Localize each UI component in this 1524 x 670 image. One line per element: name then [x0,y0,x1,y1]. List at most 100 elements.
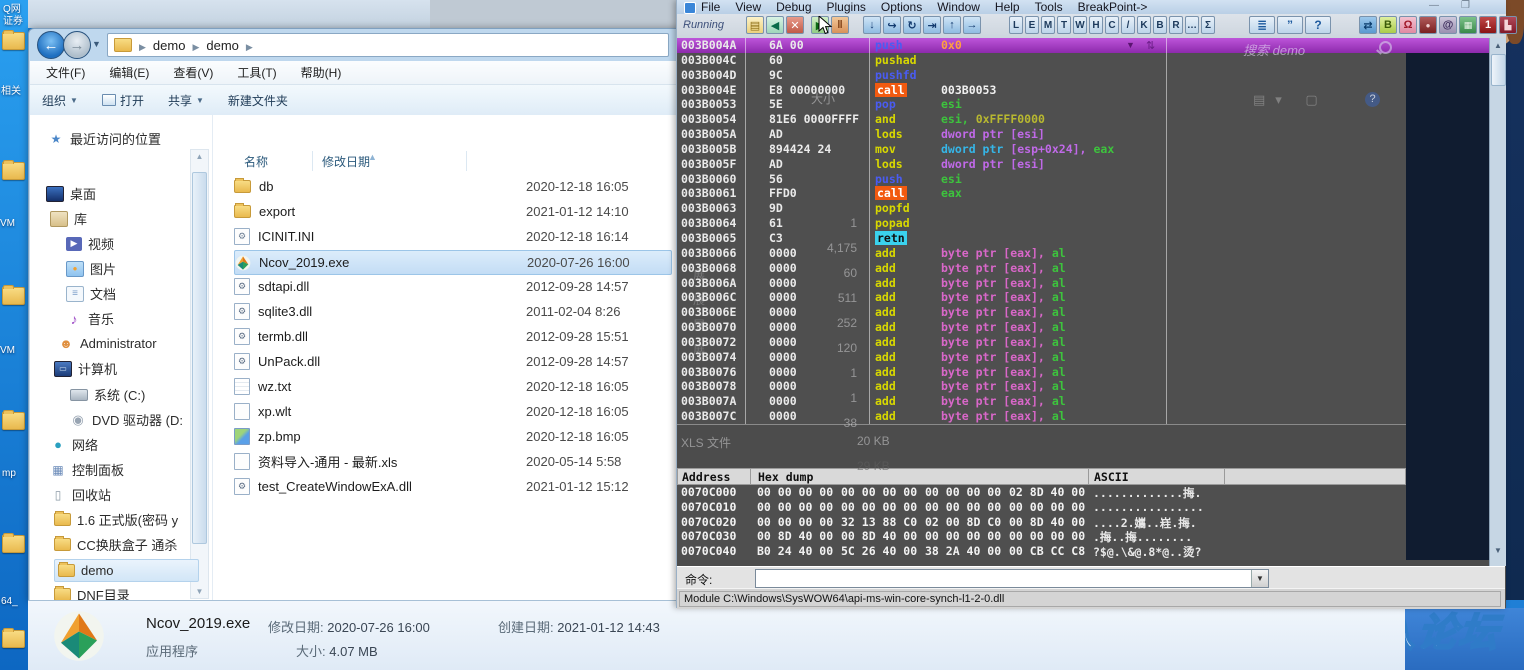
debugger-toolbar-button[interactable]: ≣ [1249,16,1275,34]
sidebar-scrollbar[interactable]: ▲ ▼ [190,149,209,599]
command-input[interactable]: ▼ [755,569,1269,588]
hex-row[interactable]: 0070C01000 00 00 0000 00 00 0000 00 00 0… [677,500,1406,515]
disasm-row[interactable]: 003B005B894424 24movdword ptr[esp+0x24],… [677,142,1406,157]
hex-row[interactable]: 0070C03000 8D 40 0000 8D 40 0000 00 00 0… [677,529,1406,544]
debugger-toolbar-button[interactable]: L [1009,16,1023,34]
desktop-folder-icon[interactable] [2,32,25,50]
file-row[interactable]: ⚙sqlite3.dll2011-02-04 8:26 [234,300,670,323]
hex-row[interactable]: 0070C00000 00 00 0000 00 00 0000 00 00 0… [677,485,1406,500]
disasm-row[interactable]: 003B005AADlodsdword ptr [esi] [677,127,1406,142]
debugger-toolbar-button[interactable]: ? [1305,16,1331,34]
sidebar-item[interactable]: ☻Administrator [58,333,157,354]
debugger-toolbar-button[interactable]: … [1185,16,1199,34]
disasm-row[interactable]: 003B0065C3retn [677,231,1406,246]
debugger-toolbar-button[interactable]: ↓ [863,16,881,34]
breadcrumb[interactable]: ▶demo▶demo▶ [132,38,260,53]
follow-jump-icon[interactable]: ⇅ [1146,39,1155,52]
scroll-down-icon[interactable]: ▼ [191,587,208,596]
sidebar-item[interactable]: 1.6 正式版(密码 y [54,509,178,530]
breadcrumb-segment[interactable]: demo [153,38,186,53]
disasm-row[interactable]: 003B00680000addbyte ptr [eax],al [677,261,1406,276]
debugger-toolbar-button[interactable]: R [1169,16,1183,34]
sidebar-item[interactable]: ♪音乐 [66,308,114,329]
hex-row[interactable]: 0070C040B0 24 40 005C 26 40 0038 2A 40 0… [677,544,1406,559]
desktop-folder-icon[interactable] [2,287,25,305]
disasm-row[interactable]: 003B00720000addbyte ptr [eax],al [677,335,1406,350]
disasm-row[interactable]: 003B006C0000addbyte ptr [eax],al [677,290,1406,305]
debugger-menu-item[interactable]: View [735,0,761,14]
debugger-toolbar-button[interactable]: ↻ [903,16,921,34]
sidebar-item[interactable]: ★最近访问的位置 [48,128,161,149]
disasm-row[interactable]: 003B004D9Cpushfd [677,68,1406,83]
sidebar-item[interactable]: CC换肤盒子 通杀 [54,534,177,555]
debugger-menu-item[interactable]: Tools [1035,0,1063,14]
disasm-row[interactable]: 003B00700000addbyte ptr [eax],al [677,320,1406,335]
menu-item[interactable]: 工具(T) [237,64,276,81]
debugger-toolbar-button[interactable]: K [1137,16,1151,34]
desktop-folder-icon[interactable] [2,630,25,648]
column-header-name[interactable]: 名称 [244,149,268,173]
dropdown-arrow-icon[interactable]: ▼ [1126,40,1135,50]
sidebar-item[interactable]: ≡文档 [66,283,116,304]
debugger-toolbar-button[interactable]: ↑ [943,16,961,34]
disasm-row[interactable]: 003B00760000addbyte ptr [eax],al [677,365,1406,380]
breadcrumb-segment[interactable]: demo [206,38,239,53]
file-row[interactable]: ⚙ICINIT.INI2020-12-18 16:14 [234,225,670,248]
disasm-row[interactable]: 003B00740000addbyte ptr [eax],al [677,350,1406,365]
scroll-down-icon[interactable]: ▼ [1490,546,1506,555]
debugger-toolbar-button[interactable]: ◀ [766,16,784,34]
menu-item[interactable]: 文件(F) [46,64,85,81]
disasm-row[interactable]: 003B0061FFD0calleax [677,186,1406,201]
scrollbar-thumb[interactable] [1491,54,1506,86]
debugger-toolbar-button[interactable]: ✕ [786,16,804,34]
debugger-toolbar-button[interactable]: ▙ [1499,16,1517,34]
debugger-toolbar-button[interactable]: ▦ [1459,16,1477,34]
disasm-scrollbar[interactable]: ▲ ▼ [1489,38,1506,566]
disasm-row[interactable]: 003B005FADlodsdword ptr [esi] [677,157,1406,172]
file-row[interactable]: wz.txt2020-12-18 16:05 [234,375,670,398]
toolbar-item-organize[interactable]: 组织▼ [30,89,90,111]
menu-item[interactable]: 帮助(H) [301,64,342,81]
debugger-toolbar-button[interactable]: ● [1419,16,1437,34]
disasm-row[interactable]: 003B00660000addbyte ptr [eax],al [677,246,1406,261]
debugger-menu-item[interactable]: Plugins [827,0,866,14]
sidebar-item[interactable]: ●图片 [66,258,116,279]
debugger-toolbar-button[interactable]: ↪ [883,16,901,34]
file-row[interactable]: ⚙termb.dll2012-09-28 15:51 [234,325,670,348]
file-row[interactable]: xp.wlt2020-12-18 16:05 [234,400,670,423]
file-row[interactable]: db2020-12-18 16:05 [234,175,670,198]
debugger-menu-item[interactable]: Debug [776,0,811,14]
debugger-toolbar-button[interactable]: @ [1439,16,1457,34]
desktop-folder-icon[interactable] [2,162,25,180]
toolbar-item-open[interactable]: 打开 [90,89,156,111]
debugger-toolbar-button[interactable]: Σ [1201,16,1215,34]
debugger-menu-item[interactable]: Window [937,0,980,14]
file-row[interactable]: export2021-01-12 14:10 [234,200,670,223]
toolbar-item-share[interactable]: 共享▼ [156,89,216,111]
file-row[interactable]: ⚙UnPack.dll2012-09-28 14:57 [234,350,670,373]
file-row[interactable]: 资料导入-通用 - 最新.xls2020-05-14 5:58 [234,450,670,473]
disasm-row[interactable]: 003B00780000addbyte ptr [eax],al [677,379,1406,394]
column-header-date[interactable]: 修改日期 [322,149,370,173]
sidebar-item[interactable]: ▯回收站 [50,484,111,505]
debugger-toolbar-button[interactable]: W [1073,16,1087,34]
sidebar-item[interactable]: ◉DVD 驱动器 (D: [70,409,183,430]
desktop-folder-icon[interactable] [2,535,25,553]
disasm-row[interactable]: 003B00639Dpopfd [677,201,1406,216]
debugger-menu-item[interactable]: Options [881,0,922,14]
scroll-up-icon[interactable]: ▲ [191,152,208,161]
disasm-row[interactable]: 003B006056pushesi [677,172,1406,187]
disasm-row[interactable]: 003B006E0000addbyte ptr [eax],al [677,305,1406,320]
command-dropdown-icon[interactable]: ▼ [1251,570,1268,587]
disasm-row[interactable]: 003B006A0000addbyte ptr [eax],al [677,276,1406,291]
disasm-row[interactable]: 003B007C0000addbyte ptr [eax],al [677,409,1406,424]
sidebar-item[interactable]: ▦控制面板 [50,459,124,480]
address-bar[interactable]: ▶demo▶demo▶ [107,33,669,57]
file-row[interactable]: zp.bmp2020-12-18 16:05 [234,425,670,448]
restore-button[interactable]: ❐ [1461,0,1470,11]
debugger-toolbar-button[interactable]: ▤ [746,16,764,34]
minimize-button[interactable]: — [1429,0,1439,11]
debugger-menu-item[interactable]: BreakPoint-> [1078,0,1148,14]
debugger-toolbar-button[interactable]: C [1105,16,1119,34]
history-chevron-icon[interactable]: ▼ [92,39,101,49]
